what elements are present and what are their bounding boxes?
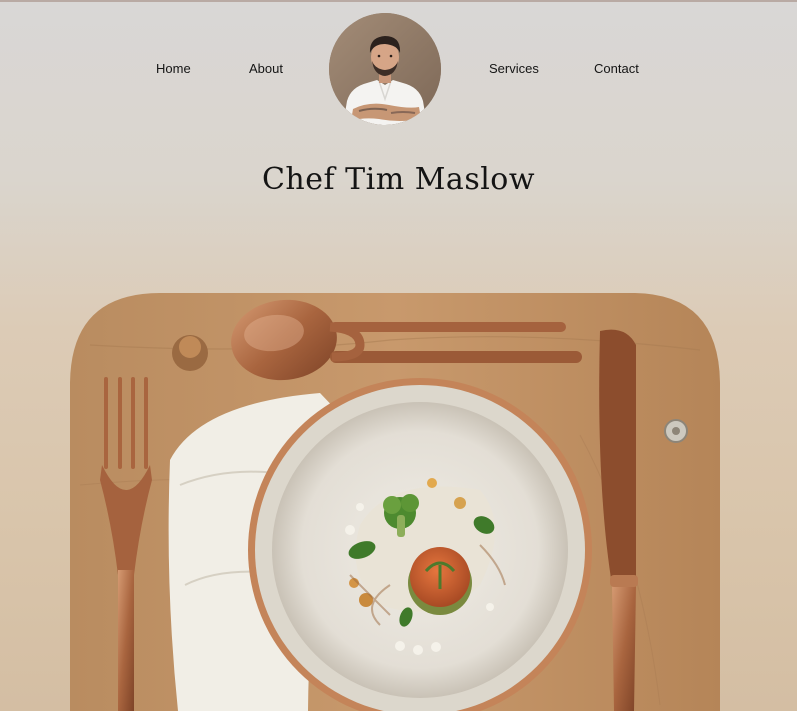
nav-about-link[interactable]: About	[249, 61, 283, 77]
nav-home-link[interactable]: Home	[156, 61, 191, 77]
chef-avatar[interactable]	[329, 13, 441, 125]
nav-contact-link[interactable]: Contact	[594, 61, 639, 77]
plated-dish-illustration	[70, 293, 720, 711]
top-border-line	[0, 0, 797, 2]
nav-services-link[interactable]: Services	[489, 61, 539, 77]
hero-image	[60, 285, 730, 711]
page-title: Chef Tim Maslow	[261, 162, 536, 197]
chef-portrait-image	[329, 13, 441, 125]
